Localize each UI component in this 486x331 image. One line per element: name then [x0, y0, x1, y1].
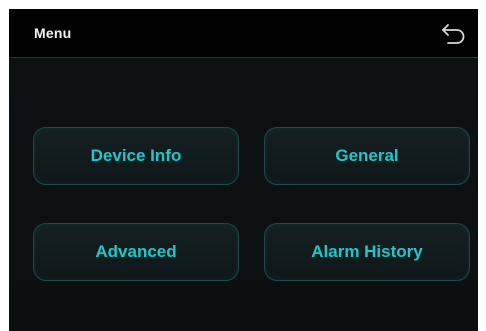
alarm-history-button[interactable]: Alarm History [264, 223, 470, 281]
general-button[interactable]: General [264, 127, 470, 185]
device-info-label: Device Info [90, 146, 182, 165]
alarm-history-label: Alarm History [311, 242, 423, 261]
page-title: Menu [34, 25, 72, 41]
menu-area: Device Info General Advanced Alarm Histo… [9, 58, 478, 331]
device-info-button[interactable]: Device Info [33, 127, 239, 185]
general-label: General [335, 146, 399, 165]
back-arrow-icon [442, 24, 465, 44]
advanced-label: Advanced [95, 242, 177, 261]
advanced-button[interactable]: Advanced [33, 223, 239, 281]
back-button[interactable] [439, 21, 469, 45]
device-screen: Menu Device Info General Advanced Alarm … [9, 9, 478, 331]
header-bar: Menu [9, 9, 478, 58]
